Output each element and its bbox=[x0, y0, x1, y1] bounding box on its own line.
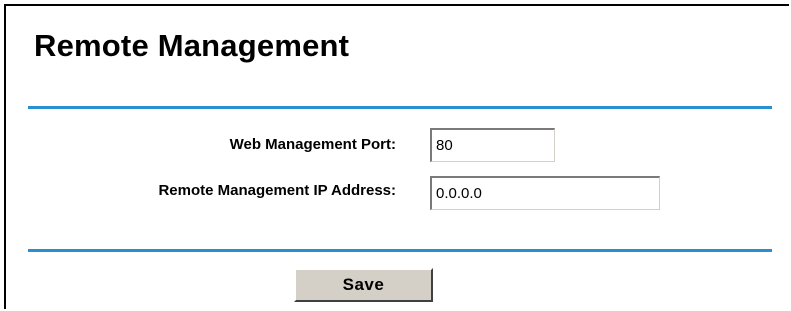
bottom-divider bbox=[28, 249, 772, 252]
remote-management-panel: Remote Management Web Management Port: R… bbox=[4, 4, 789, 309]
top-divider bbox=[28, 106, 772, 109]
remote-management-ip-input[interactable] bbox=[430, 176, 660, 210]
remote-management-ip-label: Remote Management IP Address: bbox=[158, 182, 396, 199]
save-button[interactable]: Save bbox=[294, 268, 433, 302]
web-management-port-input[interactable] bbox=[430, 128, 555, 162]
web-management-port-label: Web Management Port: bbox=[229, 136, 396, 153]
page-title: Remote Management bbox=[34, 28, 350, 63]
